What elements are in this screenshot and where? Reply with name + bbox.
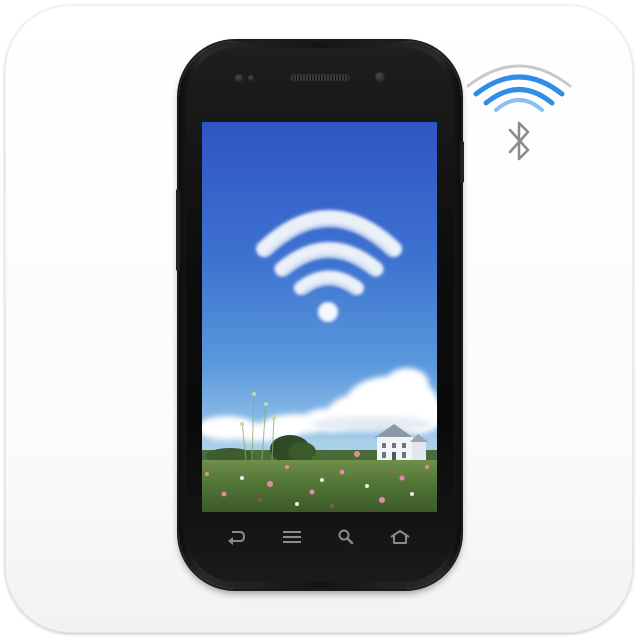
search-icon (338, 529, 354, 545)
proximity-sensor (235, 74, 243, 82)
home-icon (390, 530, 410, 544)
phone-screen-wallpaper (202, 122, 437, 512)
back-arrow-icon (228, 531, 246, 545)
home-button[interactable] (388, 525, 412, 549)
meadow (202, 460, 437, 512)
wallpaper-image (202, 210, 437, 512)
cloud-wifi-icon (256, 210, 402, 295)
connectivity-badge (462, 56, 576, 168)
app-icon[interactable] (0, 0, 640, 640)
phone-device (176, 41, 464, 589)
menu-lines-icon (283, 531, 301, 543)
front-camera (375, 72, 385, 82)
search-button[interactable] (334, 525, 358, 549)
earpiece-speaker (291, 75, 349, 80)
volume-rocker (176, 189, 180, 271)
menu-button[interactable] (280, 525, 304, 549)
light-sensor (248, 75, 254, 81)
navigation-bar (202, 519, 437, 555)
back-button[interactable] (224, 525, 248, 549)
bluetooth-icon (508, 121, 530, 161)
